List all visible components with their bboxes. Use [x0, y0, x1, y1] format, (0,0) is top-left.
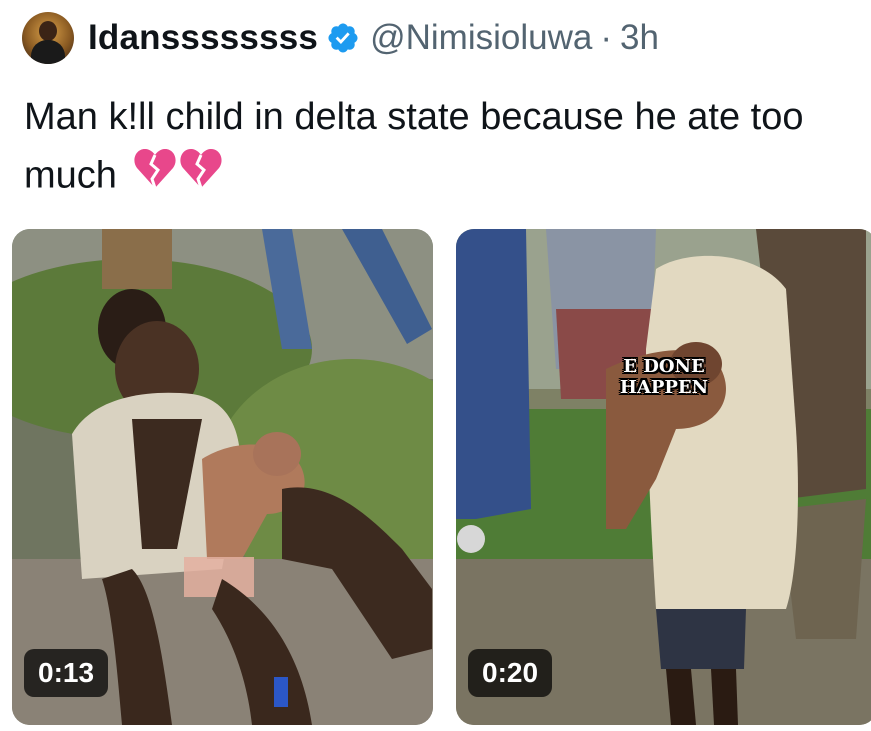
display-name[interactable]: Idanssssssss [88, 18, 318, 58]
video-duration: 0:13 [24, 649, 109, 697]
video-caption-overlay: E DONE HAPPEN [619, 356, 709, 398]
post-header: Idanssssssss @Nimisioluwa · 3h [22, 12, 659, 64]
video-duration: 0:20 [468, 649, 553, 697]
video-thumbnail-1[interactable]: 0:13 [12, 229, 433, 725]
video-thumbnail-2[interactable]: E DONE HAPPEN 0:20 [456, 229, 871, 725]
separator-dot: · [600, 18, 612, 57]
user-handle[interactable]: @Nimisioluwa [370, 18, 592, 58]
post-timestamp[interactable]: 3h [620, 18, 659, 58]
avatar[interactable] [22, 12, 74, 64]
verified-badge-icon [326, 21, 360, 55]
broken-heart-emoji [133, 146, 225, 209]
post-text-container: Man k!ll child in delta state because he… [24, 88, 854, 209]
